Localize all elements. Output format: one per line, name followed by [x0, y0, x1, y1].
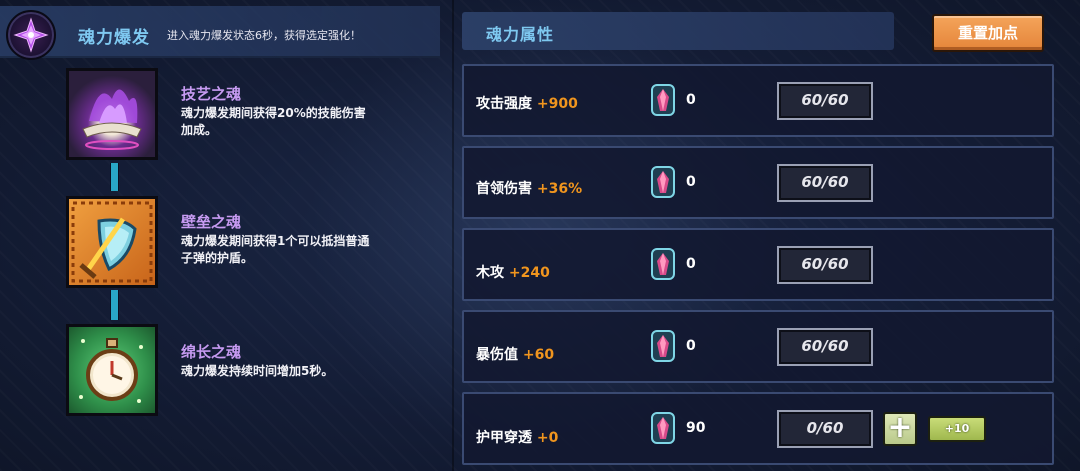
- attribute-points-value: 60/60: [777, 246, 873, 284]
- attribute-label: 木攻 +240: [476, 262, 550, 282]
- shield-sword-icon: [66, 196, 158, 288]
- soul-gem-icon: [651, 412, 675, 444]
- soul-burst-title: 魂力爆发: [78, 28, 150, 48]
- talent-connector: [110, 163, 119, 191]
- talent-name: 绵长之魂: [181, 343, 242, 361]
- talent-description-line: 加成。: [181, 123, 218, 137]
- attribute-name: 护甲穿透: [476, 430, 532, 446]
- soul-gem-icon: [651, 84, 675, 116]
- attribute-bonus: +36%: [536, 181, 583, 197]
- add-ten-points-button[interactable]: +10: [928, 416, 986, 442]
- attribute-label: 首领伤害 +36%: [476, 178, 582, 198]
- soul-burst-description: 进入魂力爆发状态6秒，获得选定强化！: [167, 29, 361, 42]
- talent-description: 魂力爆发期间获得1个可以抵挡普通 子弹的护盾。: [181, 233, 451, 267]
- soul-gem-count: 0: [686, 174, 696, 190]
- attribute-row-boss-damage: 首领伤害 +36% 0 60/60: [462, 146, 1054, 219]
- soul-gem-icon: [651, 248, 675, 280]
- attribute-points-value: 0/60: [777, 410, 873, 448]
- talent-description-line: 魂力爆发期间获得20%的技能伤害: [181, 106, 366, 120]
- talent-name: 壁垒之魂: [181, 213, 242, 231]
- talent-description-line: 子弹的护盾。: [181, 251, 254, 265]
- soul-burst-header: 魂力爆发 进入魂力爆发状态6秒，获得选定强化！: [0, 6, 440, 60]
- soul-gem-count: 0: [686, 92, 696, 108]
- attribute-bonus: +240: [508, 265, 550, 281]
- talent-connector: [110, 290, 119, 320]
- soul-gem-count: 90: [686, 420, 706, 436]
- attribute-bonus: +0: [536, 430, 559, 446]
- attribute-name: 攻击强度: [476, 96, 532, 112]
- soul-gem-count: 0: [686, 256, 696, 272]
- attribute-bonus: +900: [536, 96, 578, 112]
- attribute-row-armor-penetration: 护甲穿透 +0 90 0/60 + +10: [462, 392, 1054, 465]
- attribute-points-value: 60/60: [777, 328, 873, 366]
- purple-flame-tome-icon: [66, 68, 158, 160]
- attribute-name: 木攻: [476, 265, 504, 281]
- talent-description-line: 魂力爆发持续时间增加5秒。: [181, 364, 334, 378]
- panel-divider: [452, 0, 454, 471]
- attribute-label: 暴伤值 +60: [476, 344, 554, 364]
- attribute-row-attack-power: 攻击强度 +900 0 60/60: [462, 64, 1054, 137]
- talent-description-line: 魂力爆发期间获得1个可以抵挡普通: [181, 234, 370, 248]
- reset-points-button[interactable]: 重置加点: [932, 14, 1044, 52]
- soul-attributes-title: 魂力属性: [486, 25, 555, 44]
- talent-description: 魂力爆发期间获得20%的技能伤害 加成。: [181, 105, 451, 139]
- soul-attributes-header: 魂力属性: [462, 12, 894, 50]
- soul-burst-emblem-icon: [6, 10, 56, 60]
- soul-gem-icon: [651, 166, 675, 198]
- attribute-points-value: 60/60: [777, 164, 873, 202]
- soul-gem-count: 0: [686, 338, 696, 354]
- talent-name: 技艺之魂: [181, 85, 242, 103]
- add-point-button[interactable]: +: [883, 412, 917, 446]
- attribute-label: 护甲穿透 +0: [476, 427, 558, 447]
- attribute-points-value: 60/60: [777, 82, 873, 120]
- attribute-row-wood-attack: 木攻 +240 0 60/60: [462, 228, 1054, 301]
- attribute-name: 首领伤害: [476, 181, 532, 197]
- attribute-bonus: +60: [522, 347, 555, 363]
- attribute-row-crit-damage: 暴伤值 +60 0 60/60: [462, 310, 1054, 383]
- attribute-name: 暴伤值: [476, 347, 518, 363]
- talent-description: 魂力爆发持续时间增加5秒。: [181, 363, 451, 380]
- soul-gem-icon: [651, 330, 675, 362]
- stopwatch-icon: [66, 324, 158, 416]
- attribute-label: 攻击强度 +900: [476, 93, 578, 113]
